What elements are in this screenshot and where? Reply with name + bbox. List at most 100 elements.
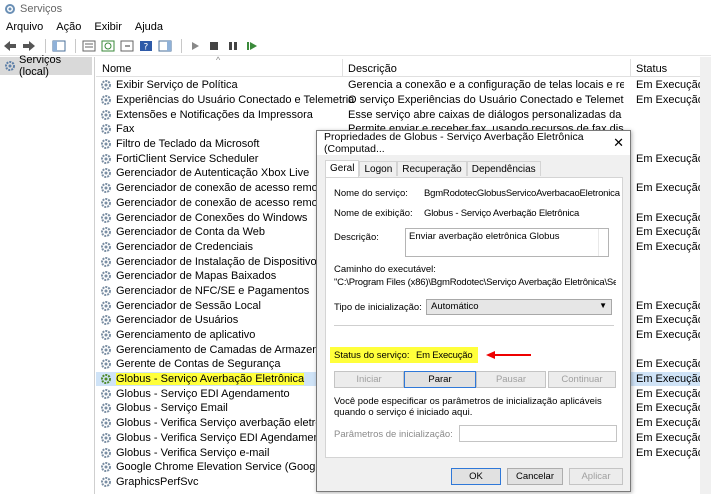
service-name: Globus - Serviço EDI Agendamento bbox=[116, 387, 290, 400]
start-button[interactable]: Iniciar bbox=[334, 371, 404, 388]
service-status: Em Execução bbox=[636, 240, 704, 253]
service-name-cell: Experiências do Usuário Conectado e Tele… bbox=[100, 94, 354, 106]
tab-recuperacao[interactable]: Recuperação bbox=[397, 161, 467, 176]
menu-exibir[interactable]: Exibir bbox=[94, 21, 122, 33]
service-status: Em Execução bbox=[636, 94, 704, 107]
stop-icon[interactable] bbox=[206, 38, 222, 54]
service-name: Fax bbox=[116, 123, 135, 136]
resume-button[interactable]: Continuar bbox=[548, 371, 616, 388]
service-name-cell: Globus - Serviço Email bbox=[100, 402, 228, 414]
column-header-status[interactable]: Status bbox=[636, 63, 667, 75]
service-name-cell: Gerenciador de Conexões do Windows bbox=[100, 212, 307, 224]
menu-arquivo[interactable]: Arquivo bbox=[6, 21, 43, 33]
dialog-title-bar: Propriedades de Globus - Serviço Averbaç… bbox=[317, 131, 630, 155]
service-name-cell: Globus - Verifica Serviço EDI Agendament… bbox=[100, 432, 329, 444]
gear-icon bbox=[101, 315, 111, 326]
export-list-icon[interactable] bbox=[119, 38, 135, 54]
description-field[interactable]: Enviar averbação eletrônica Globus bbox=[405, 228, 609, 257]
back-arrow-icon[interactable] bbox=[2, 38, 18, 54]
gear-icon bbox=[101, 462, 111, 473]
service-name: Gerenciador de Sessão Local bbox=[116, 299, 261, 312]
tab-dependencias[interactable]: Dependências bbox=[466, 161, 541, 176]
service-name: Globus - Serviço Email bbox=[116, 402, 228, 415]
gear-icon bbox=[101, 227, 111, 238]
gear-icon bbox=[101, 447, 111, 458]
forward-arrow-icon[interactable] bbox=[21, 38, 37, 54]
service-name: Extensões e Notificações da Impressora bbox=[116, 108, 313, 121]
table-row[interactable]: Exibir Serviço de Política Gerencia a con… bbox=[96, 78, 711, 93]
ok-button[interactable]: OK bbox=[451, 468, 501, 485]
service-name-cell: Gerenciador de Sessão Local bbox=[100, 300, 261, 312]
service-name: Experiências do Usuário Conectado e Tele… bbox=[116, 94, 355, 107]
service-name: Gerenciador de conexão de acesso remoto bbox=[116, 182, 327, 195]
startup-type-label: Tipo de inicialização: bbox=[334, 302, 422, 313]
vertical-scrollbar[interactable] bbox=[700, 57, 711, 494]
service-status: Em Execução bbox=[636, 211, 704, 224]
service-name: Globus - Serviço Averbação Eletrônica bbox=[116, 373, 305, 386]
column-header-name[interactable]: Nome bbox=[102, 63, 131, 75]
description-scrollbar[interactable] bbox=[598, 229, 608, 256]
service-status: Em Execução bbox=[636, 358, 704, 371]
start-params-input[interactable] bbox=[459, 425, 617, 442]
service-status: Em Execução bbox=[636, 431, 704, 444]
display-name-label: Nome de exibição: bbox=[334, 208, 413, 219]
gear-icon bbox=[101, 330, 111, 341]
gear-icon bbox=[101, 388, 111, 399]
table-row[interactable]: Extensões e Notificações da Impressora Es… bbox=[96, 107, 711, 122]
toolbar: ? bbox=[0, 36, 711, 56]
menu-bar: Arquivo Ação Exibir Ajuda bbox=[0, 18, 711, 36]
stop-button[interactable]: Parar bbox=[404, 371, 476, 388]
service-name-cell: Globus - Verifica Serviço averbação elet… bbox=[100, 417, 342, 429]
service-name-cell: Gerenciador de Mapas Baixados bbox=[100, 270, 276, 282]
path-label: Caminho do executável: bbox=[334, 264, 436, 275]
service-name-cell: Fax bbox=[100, 123, 134, 135]
table-row[interactable]: Experiências do Usuário Conectado e Tele… bbox=[96, 93, 711, 108]
tab-logon[interactable]: Logon bbox=[359, 161, 398, 176]
menu-ajuda[interactable]: Ajuda bbox=[135, 21, 163, 33]
service-name: Gerenciador de NFC/SE e Pagamentos bbox=[116, 284, 310, 297]
service-description: Gerencia a conexão e a configuração de t… bbox=[348, 79, 624, 92]
service-name-cell: Gerenciador de NFC/SE e Pagamentos bbox=[100, 285, 309, 297]
console-tree-icon[interactable] bbox=[51, 38, 67, 54]
gear-icon bbox=[101, 183, 111, 194]
close-icon[interactable]: ✕ bbox=[613, 135, 624, 151]
service-name-cell: Gerenciador de Credenciais bbox=[100, 241, 253, 253]
cancel-button[interactable]: Cancelar bbox=[507, 468, 563, 485]
properties-icon[interactable] bbox=[81, 38, 97, 54]
column-header-description[interactable]: Descrição bbox=[348, 63, 397, 75]
gear-icon bbox=[101, 403, 111, 414]
path-value: "C:\Program Files (x86)\BgmRodotec\Servi… bbox=[334, 277, 616, 288]
refresh-icon[interactable] bbox=[100, 38, 116, 54]
menu-acao[interactable]: Ação bbox=[56, 21, 81, 33]
show-hide-icon[interactable] bbox=[157, 38, 173, 54]
help-icon[interactable]: ? bbox=[138, 38, 154, 54]
startup-type-select[interactable]: Automático ▼ bbox=[426, 299, 612, 315]
pause-icon[interactable] bbox=[225, 38, 241, 54]
display-name-value: Globus - Serviço Averbação Eletrônica bbox=[424, 208, 580, 219]
gear-icon bbox=[101, 300, 111, 311]
pause-button[interactable]: Pausar bbox=[476, 371, 546, 388]
service-name-cell: Gerenciador de Instalação de Dispositivo bbox=[100, 256, 317, 268]
gear-icon bbox=[101, 168, 111, 179]
service-name: Globus - Verifica Serviço EDI Agendament… bbox=[116, 431, 329, 444]
svg-text:?: ? bbox=[144, 42, 149, 52]
service-status: Em Execução bbox=[636, 329, 704, 342]
title-bar: Serviços bbox=[0, 0, 711, 18]
service-status: Em Execução bbox=[636, 79, 704, 92]
restart-icon[interactable] bbox=[244, 38, 260, 54]
gear-icon bbox=[101, 241, 111, 252]
service-name-cell: Extensões e Notificações da Impressora bbox=[100, 109, 313, 121]
gear-icon bbox=[101, 285, 111, 296]
service-status: Em Execução bbox=[636, 446, 704, 459]
tree-item-services-local[interactable]: Serviços (local) bbox=[0, 54, 92, 78]
service-name-cell: Globus - Serviço Averbação Eletrônica bbox=[100, 373, 305, 386]
service-name-value: BgmRodotecGlobusServicoAverbacaoEletroni… bbox=[424, 188, 620, 199]
service-status: Em Execução bbox=[636, 299, 704, 312]
tab-geral[interactable]: Geral bbox=[325, 160, 360, 177]
play-icon[interactable] bbox=[187, 38, 203, 54]
gear-icon bbox=[101, 359, 111, 370]
service-name: Gerenciador de Instalação de Dispositivo bbox=[116, 255, 317, 268]
service-name: Gerenciador de Usuários bbox=[116, 314, 239, 327]
service-description: Esse serviço abre caixas de diálogos per… bbox=[348, 108, 624, 121]
apply-button[interactable]: Aplicar bbox=[569, 468, 623, 485]
